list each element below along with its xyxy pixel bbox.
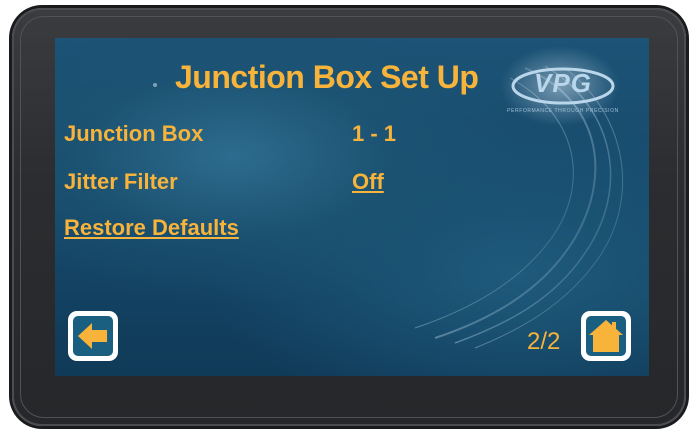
junction-box-label: Junction Box bbox=[64, 121, 204, 146]
junction-box-value: 1 - 1 bbox=[352, 121, 397, 146]
back-button[interactable] bbox=[68, 311, 118, 361]
logo-tagline: PERFORMANCE THROUGH PRECISION bbox=[507, 108, 619, 114]
page-indicator: 2/2 bbox=[527, 328, 561, 355]
touch-screen: Junction Box Set Up VPG PERFORMANCE THRO… bbox=[55, 38, 649, 376]
left-arrow-icon bbox=[78, 323, 107, 349]
jitter-filter-toggle[interactable]: Off bbox=[352, 169, 384, 195]
home-button-face bbox=[586, 316, 626, 356]
page-title: Junction Box Set Up bbox=[175, 59, 479, 95]
home-button[interactable] bbox=[581, 311, 631, 361]
back-button-face bbox=[73, 316, 113, 356]
logo-text: VPG bbox=[534, 68, 592, 98]
jitter-filter-label: Jitter Filter bbox=[64, 169, 178, 194]
vpg-logo: VPG PERFORMANCE THROUGH PRECISION bbox=[507, 64, 619, 126]
home-icon bbox=[589, 320, 623, 352]
restore-defaults-link[interactable]: Restore Defaults bbox=[64, 215, 239, 241]
